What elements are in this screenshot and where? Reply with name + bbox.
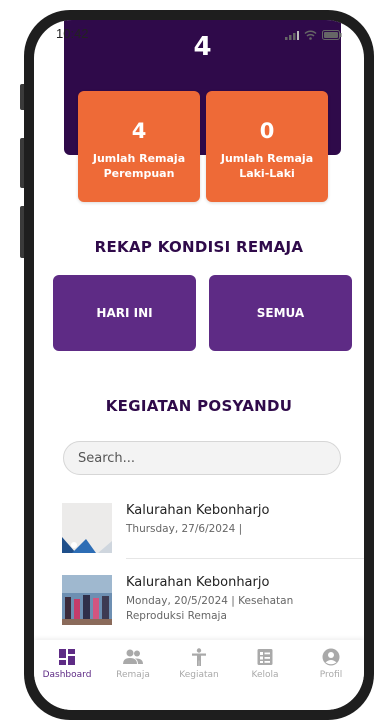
female-count-label: Jumlah Remaja Perempuan bbox=[92, 152, 186, 180]
nav-kegiatan[interactable]: Kegiatan bbox=[169, 648, 229, 680]
nav-kegiatan-label: Kegiatan bbox=[179, 670, 219, 680]
male-count-label: Jumlah Remaja Laki-Laki bbox=[220, 152, 314, 180]
activity-meta: Monday, 20/5/2024 | Kesehatan Reproduksi… bbox=[126, 595, 294, 622]
activity-title: Kalurahan Kebonharjo bbox=[126, 575, 270, 590]
activity-item[interactable]: Kalurahan Kebonharjo Thursday, 27/6/2024… bbox=[62, 503, 355, 553]
people-icon bbox=[123, 649, 143, 664]
app-screen: 10:42 4 4 Jumlah Remaja Perempuan 0 Juml… bbox=[34, 20, 364, 710]
kegiatan-section-title: KEGIATAN POSYANDU bbox=[105, 397, 293, 415]
list-manage-icon bbox=[257, 649, 273, 665]
activity-item[interactable]: Kalurahan Kebonharjo Monday, 20/5/2024 |… bbox=[62, 575, 355, 625]
rekap-today-button[interactable]: HARI INI bbox=[53, 275, 196, 351]
status-time: 10:42 bbox=[56, 26, 89, 41]
female-count-card: 4 Jumlah Remaja Perempuan bbox=[78, 91, 200, 202]
nav-kelola[interactable]: Kelola bbox=[235, 648, 295, 680]
activity-meta: Thursday, 27/6/2024 | bbox=[126, 523, 243, 535]
list-divider bbox=[126, 558, 364, 559]
activity-title: Kalurahan Kebonharjo bbox=[126, 503, 270, 518]
nav-profil[interactable]: Profil bbox=[301, 648, 361, 680]
rekap-section-title: REKAP KONDISI REMAJA bbox=[94, 238, 304, 256]
nav-remaja[interactable]: Remaja bbox=[103, 648, 163, 680]
battery-icon bbox=[322, 30, 342, 40]
male-count-value: 0 bbox=[259, 119, 275, 143]
activity-thumbnail bbox=[62, 575, 112, 625]
nav-dashboard[interactable]: Dashboard bbox=[37, 648, 97, 680]
activity-thumbnail bbox=[62, 503, 112, 553]
nav-kelola-label: Kelola bbox=[251, 670, 279, 680]
nav-dashboard-label: Dashboard bbox=[42, 670, 92, 680]
profile-icon bbox=[322, 648, 340, 666]
nav-profil-label: Profil bbox=[319, 670, 343, 680]
bottom-navigation: Dashboard Remaja Kegiatan Kelola Profil bbox=[34, 640, 364, 710]
wifi-icon bbox=[304, 30, 317, 40]
dashboard-icon bbox=[59, 649, 75, 665]
female-count-value: 4 bbox=[131, 119, 147, 143]
search-input[interactable] bbox=[63, 441, 341, 475]
male-count-card: 0 Jumlah Remaja Laki-Laki bbox=[206, 91, 328, 202]
rekap-all-button[interactable]: SEMUA bbox=[209, 275, 352, 351]
nav-remaja-label: Remaja bbox=[116, 670, 150, 680]
status-icons bbox=[285, 30, 342, 40]
person-activity-icon bbox=[192, 648, 206, 666]
signal-icon bbox=[285, 30, 299, 40]
